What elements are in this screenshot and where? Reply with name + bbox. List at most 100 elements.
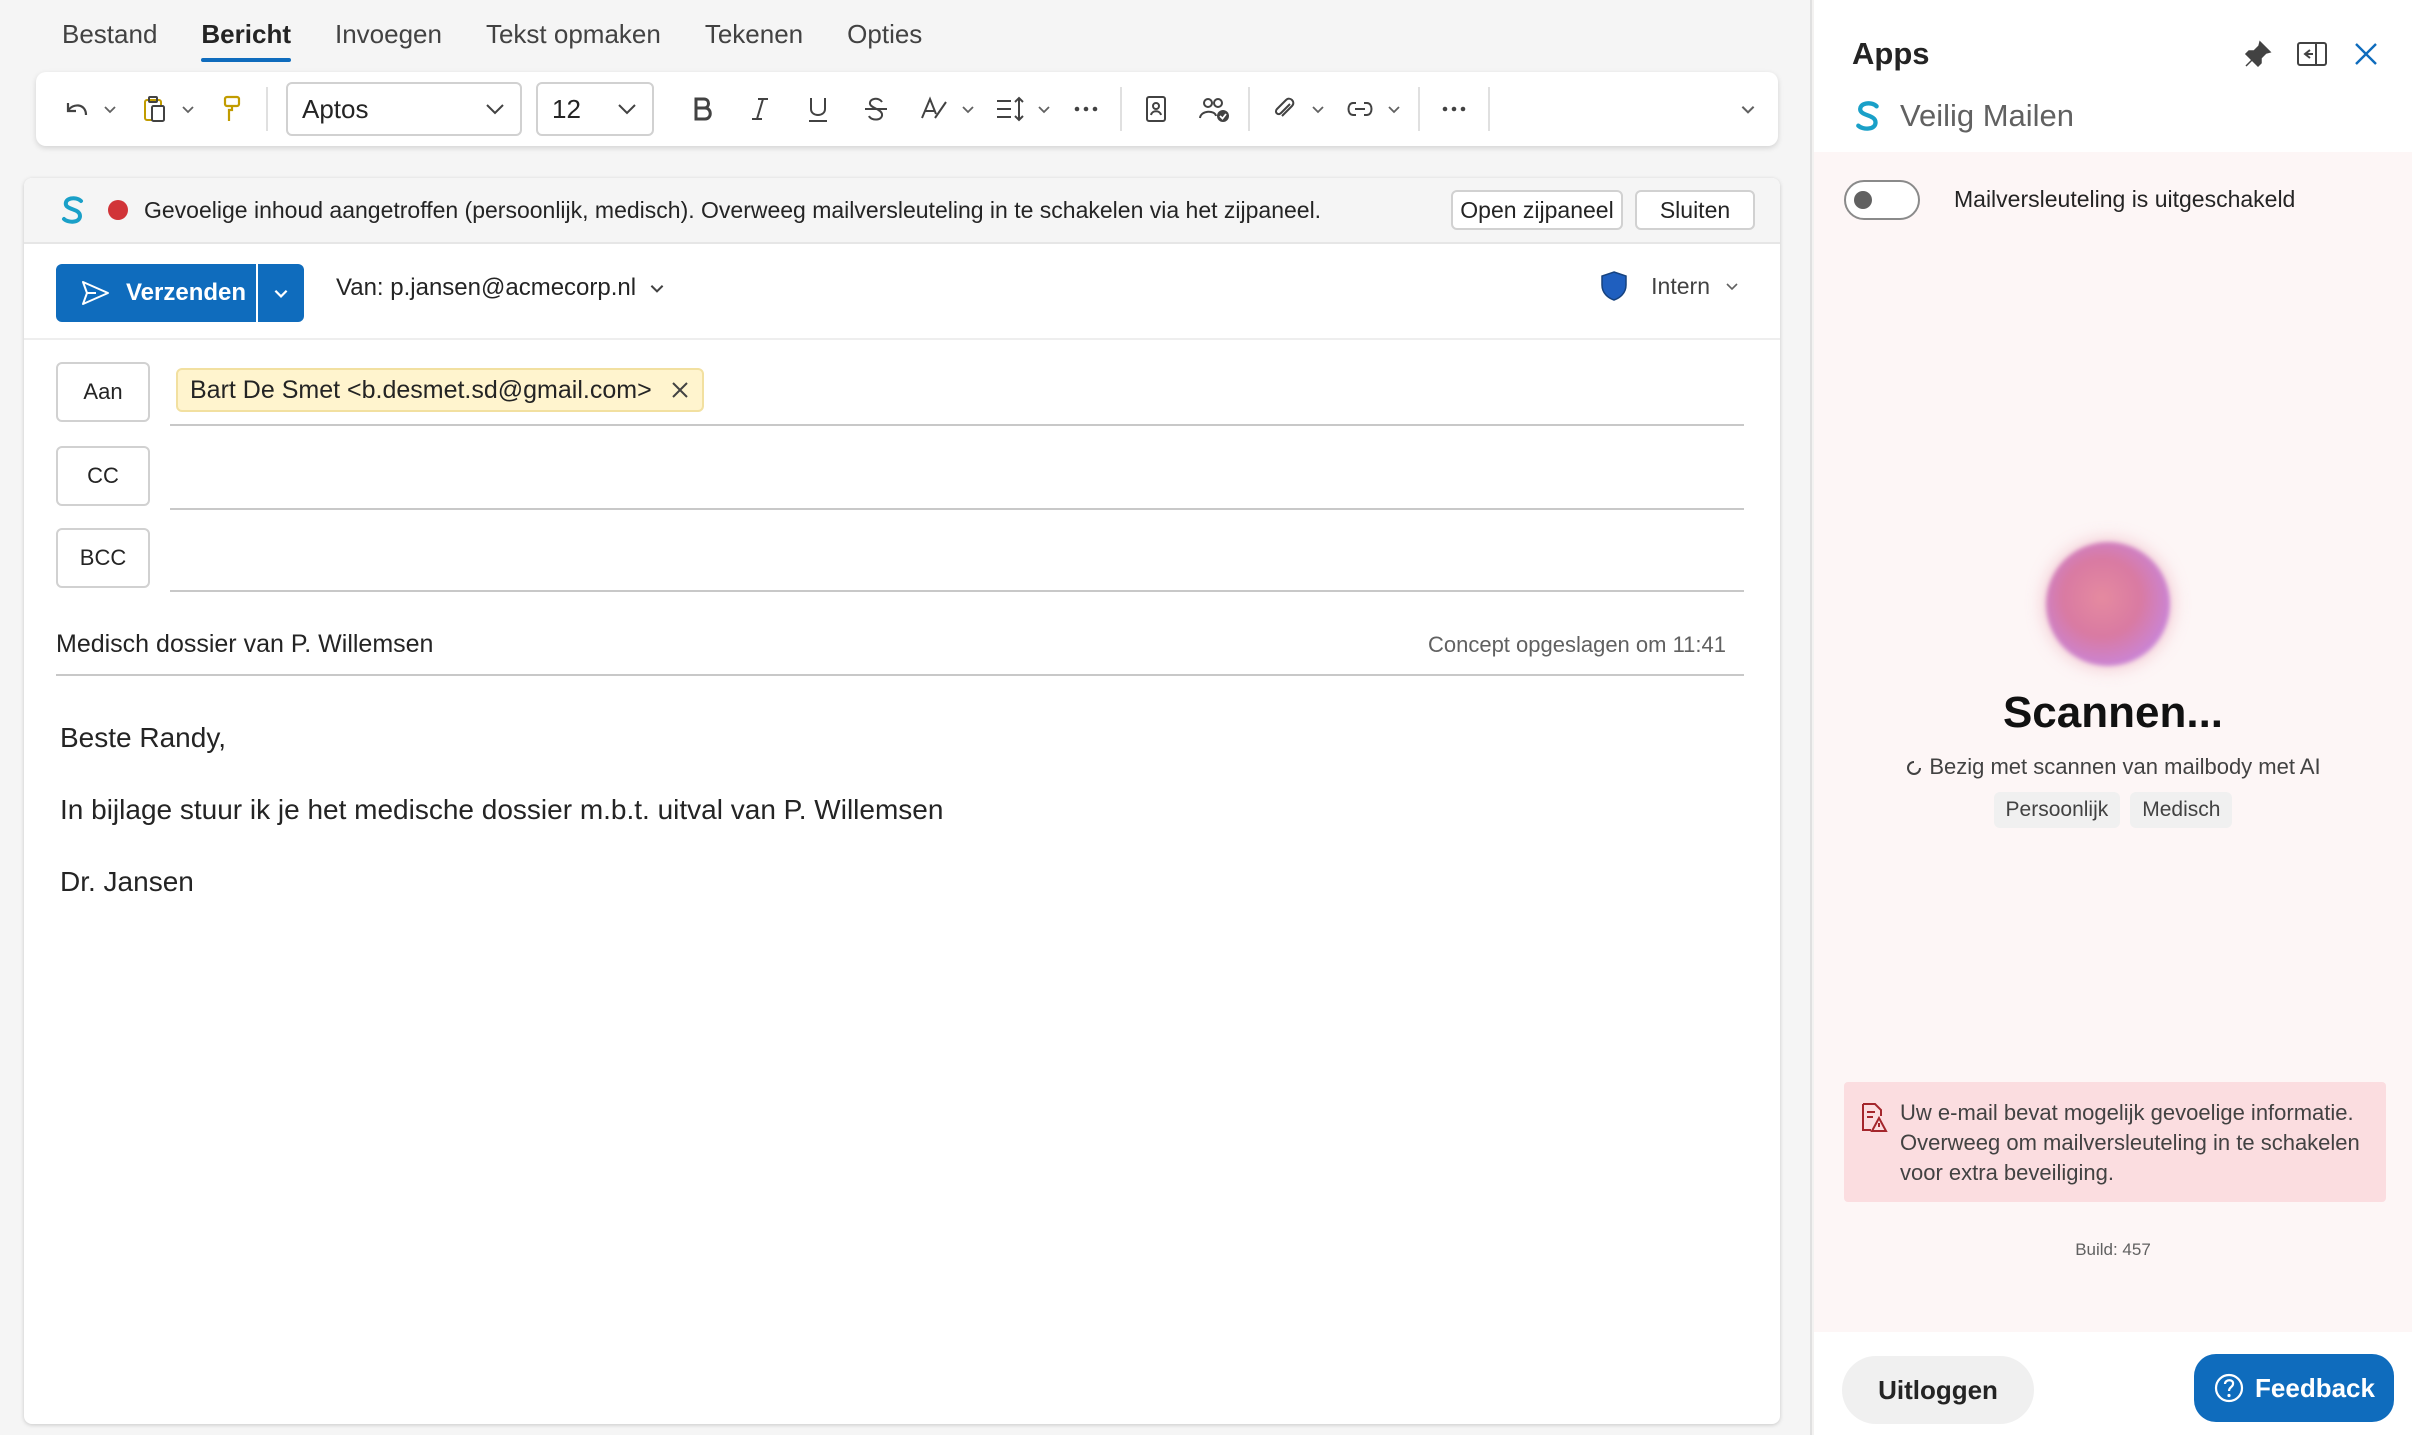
body-signature[interactable]: Dr. Jansen — [60, 866, 194, 898]
shield-icon — [1601, 271, 1627, 301]
text-effects-chevron-down-icon[interactable] — [956, 87, 980, 131]
line-spacing-icon[interactable] — [988, 87, 1032, 131]
tag-medisch: Medisch — [2130, 792, 2233, 828]
outlook-window: Bestand Bericht Invoegen Tekst opmaken T… — [0, 0, 2412, 1435]
tab-tekenen[interactable]: Tekenen — [683, 18, 825, 68]
encryption-toggle[interactable] — [1844, 180, 1920, 220]
link-icon[interactable] — [1338, 87, 1382, 131]
contact-card-icon[interactable] — [1134, 87, 1178, 131]
cc-field-underline[interactable] — [170, 508, 1744, 510]
ribbon-expand-chevron-icon[interactable] — [1736, 87, 1760, 131]
underline-icon[interactable] — [796, 87, 840, 131]
people-check-icon[interactable] — [1192, 87, 1236, 131]
font-family-value: Aptos — [302, 93, 369, 124]
to-row: Aan Bart De Smet <b.desmet.sd@gmail.com> — [56, 362, 1780, 426]
tab-tekst-opmaken[interactable]: Tekst opmaken — [464, 18, 683, 68]
recipient-address: Bart De Smet <b.desmet.sd@gmail.com> — [190, 375, 652, 404]
close-infobar-button[interactable]: Sluiten — [1635, 190, 1755, 230]
scan-status-text: Bezig met scannen van mailbody met AI — [1929, 754, 2321, 779]
dock-panel-icon[interactable] — [2294, 36, 2330, 72]
tab-bericht[interactable]: Bericht — [179, 18, 313, 68]
body-line[interactable]: In bijlage stuur ik je het medische doss… — [60, 794, 943, 826]
close-icon[interactable] — [2348, 36, 2384, 72]
tag-persoonlijk: Persoonlijk — [1993, 792, 2121, 828]
attach-chevron-down-icon[interactable] — [1306, 87, 1330, 131]
send-button[interactable]: Verzenden — [56, 264, 256, 322]
undo-icon[interactable] — [54, 87, 98, 131]
compose-pane: Gevoelige inhoud aangetroffen (persoonli… — [24, 178, 1780, 1424]
scan-title: Scannen... — [2002, 688, 2224, 737]
bcc-field-underline[interactable] — [170, 590, 1744, 592]
clipboard-icon[interactable] — [132, 87, 176, 131]
chevron-down-icon — [650, 285, 664, 293]
undo-chevron-down-icon[interactable] — [98, 87, 122, 131]
subject-field[interactable]: Medisch dossier van P. Willemsen Concept… — [56, 624, 1744, 676]
tab-invoegen[interactable]: Invoegen — [313, 18, 464, 68]
chevron-down-icon — [274, 289, 288, 298]
to-button[interactable]: Aan — [56, 362, 150, 422]
paste-chevron-down-icon[interactable] — [176, 87, 200, 131]
ribbon-divider — [1248, 87, 1250, 131]
toggle-knob — [1854, 191, 1872, 209]
veilig-mailen-logo-icon — [1856, 101, 1879, 131]
tab-opties[interactable]: Opties — [825, 18, 944, 68]
bcc-button[interactable]: BCC — [56, 528, 150, 588]
chevron-down-icon — [618, 104, 636, 115]
link-chevron-down-icon[interactable] — [1382, 87, 1406, 131]
warning-text: Uw e-mail bevat mogelijk gevoelige infor… — [1900, 1100, 2360, 1185]
infobar-message: Gevoelige inhoud aangetroffen (persoonli… — [144, 196, 1322, 223]
ribbon-tabs: Bestand Bericht Invoegen Tekst opmaken T… — [40, 18, 944, 68]
chevron-down-icon — [1726, 283, 1738, 291]
subject-text: Medisch dossier van P. Willemsen — [56, 630, 434, 658]
cc-button[interactable]: CC — [56, 446, 150, 506]
bcc-row: BCC — [56, 528, 1780, 592]
pin-icon[interactable] — [2240, 36, 2276, 72]
document-warning-icon — [1862, 1103, 1888, 1132]
line-spacing-chevron-down-icon[interactable] — [1032, 87, 1056, 131]
veilig-mailen-logo-icon — [62, 196, 83, 224]
addin-sidepanel: Apps Veilig Mailen Mailversleuteling is … — [1814, 0, 2412, 1435]
chevron-down-icon — [486, 104, 504, 115]
more-options-icon[interactable] — [1432, 87, 1476, 131]
open-sidepanel-button[interactable]: Open zijpaneel — [1451, 190, 1623, 230]
ribbon-toolbar: Aptos 12 — [36, 72, 1778, 146]
tab-bestand[interactable]: Bestand — [40, 18, 179, 68]
sidepanel-header: Apps Veilig Mailen — [1814, 0, 2412, 152]
text-effects-icon[interactable] — [912, 87, 956, 131]
spinner-icon — [1907, 761, 1922, 775]
send-icon — [82, 281, 109, 305]
more-formatting-icon[interactable] — [1064, 87, 1108, 131]
ribbon-divider — [1488, 87, 1490, 131]
body-greeting[interactable]: Beste Randy, — [60, 722, 226, 754]
sensitivity-label-selector[interactable]: Intern — [1599, 270, 1740, 302]
ribbon-divider — [1120, 87, 1122, 131]
feedback-button[interactable]: Feedback — [2194, 1354, 2394, 1422]
send-options-button[interactable] — [258, 264, 304, 322]
close-icon[interactable] — [670, 380, 690, 400]
recipient-chip[interactable]: Bart De Smet <b.desmet.sd@gmail.com> — [176, 368, 704, 412]
cc-row: CC — [56, 446, 1780, 510]
from-selector[interactable]: Van: p.jansen@acmecorp.nl — [336, 274, 666, 302]
ribbon-divider — [266, 87, 268, 131]
bold-icon[interactable] — [680, 87, 724, 131]
font-family-select[interactable]: Aptos — [286, 82, 522, 136]
italic-icon[interactable] — [738, 87, 782, 131]
from-address: Van: p.jansen@acmecorp.nl — [336, 274, 637, 301]
font-size-value: 12 — [552, 93, 581, 124]
strikethrough-icon[interactable] — [854, 87, 898, 131]
ribbon-divider — [1418, 87, 1420, 131]
logout-button[interactable]: Uitloggen — [1842, 1356, 2034, 1424]
sensitive-warning: Uw e-mail bevat mogelijk gevoelige infor… — [1844, 1082, 2386, 1202]
build-number: Build: 457 — [2075, 1240, 2151, 1259]
to-field-underline — [170, 424, 1744, 426]
alert-dot-icon — [108, 200, 128, 220]
addin-name: Veilig Mailen — [1900, 98, 2075, 133]
attach-icon[interactable] — [1262, 87, 1306, 131]
format-painter-icon[interactable] — [210, 87, 254, 131]
scan-status: Bezig met scannen van mailbody met AI — [1814, 754, 2412, 780]
scanning-orb-icon — [2046, 542, 2170, 666]
send-label: Verzenden — [126, 279, 247, 306]
sidepanel-body: Mailversleuteling is uitgeschakeld Scann… — [1814, 152, 2412, 1332]
font-size-select[interactable]: 12 — [536, 82, 654, 136]
send-row: Verzenden Van: p.jansen@acmecorp.nl Inte… — [24, 244, 1780, 340]
